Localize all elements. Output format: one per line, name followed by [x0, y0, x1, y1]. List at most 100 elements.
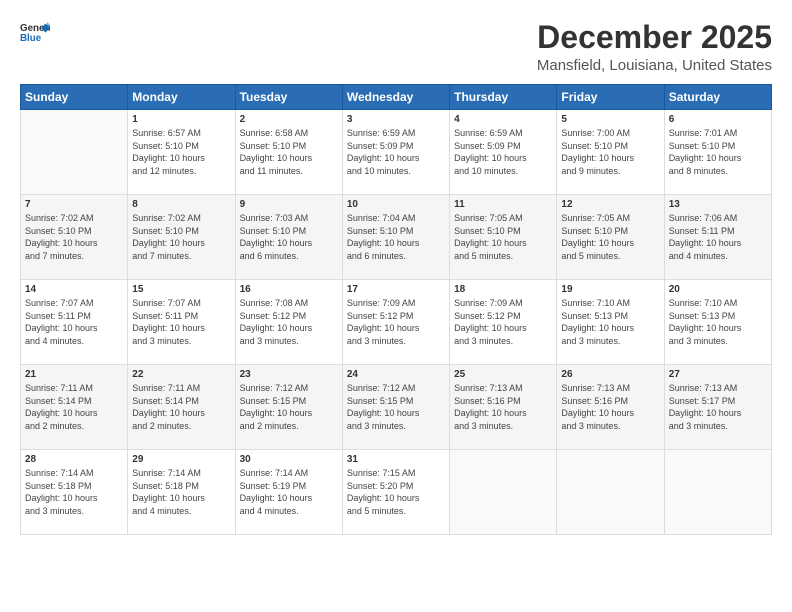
day-number: 31: [347, 454, 445, 465]
week-row-2: 7 Sunrise: 7:02 AM Sunset: 5:10 PM Daylig…: [21, 195, 772, 280]
day-number: 30: [240, 454, 338, 465]
week-row-4: 21Sunrise: 7:11 AM Sunset: 5:14 PM Dayli…: [21, 365, 772, 450]
day-number: 14: [25, 284, 123, 295]
calendar-cell: 31 Sunrise: 7:15 AM Sunset: 5:20 PM Dayli…: [342, 450, 449, 535]
calendar-cell: 28Sunrise: 7:14 AM Sunset: 5:18 PM Dayli…: [21, 450, 128, 535]
calendar-cell: 5 Sunrise: 7:00 AM Sunset: 5:10 PM Daylig…: [557, 110, 664, 195]
title-block: December 2025 Mansfield, Louisiana, Unit…: [537, 20, 772, 74]
day-number: 22: [132, 369, 230, 380]
day-number: 15: [132, 284, 230, 295]
day-info: Sunrise: 7:07 AM Sunset: 5:11 PM Dayligh…: [25, 297, 123, 347]
day-number: 19: [561, 284, 659, 295]
calendar-cell: [21, 110, 128, 195]
calendar-table: Sunday Monday Tuesday Wednesday Thursday…: [20, 84, 772, 535]
day-number: 23: [240, 369, 338, 380]
calendar-cell: 24Sunrise: 7:12 AM Sunset: 5:15 PM Dayli…: [342, 365, 449, 450]
calendar-cell: 14 Sunrise: 7:07 AM Sunset: 5:11 PM Dayli…: [21, 280, 128, 365]
day-number: 25: [454, 369, 552, 380]
day-info: Sunrise: 7:10 AM Sunset: 5:13 PM Dayligh…: [669, 297, 767, 347]
day-info: Sunrise: 6:57 AM Sunset: 5:10 PM Dayligh…: [132, 127, 230, 177]
logo: General Blue: [20, 20, 50, 45]
day-number: 4: [454, 114, 552, 125]
calendar-cell: 27Sunrise: 7:13 AM Sunset: 5:17 PM Dayli…: [664, 365, 771, 450]
day-info: Sunrise: 7:10 AM Sunset: 5:13 PM Dayligh…: [561, 297, 659, 347]
day-number: 5: [561, 114, 659, 125]
day-info: Sunrise: 7:03 AM Sunset: 5:10 PM Dayligh…: [240, 212, 338, 262]
week-row-3: 14 Sunrise: 7:07 AM Sunset: 5:11 PM Dayli…: [21, 280, 772, 365]
day-info: Sunrise: 7:06 AM Sunset: 5:11 PM Dayligh…: [669, 212, 767, 262]
day-number: 2: [240, 114, 338, 125]
day-info: Sunrise: 7:02 AM Sunset: 5:10 PM Dayligh…: [25, 212, 123, 262]
calendar-cell: [557, 450, 664, 535]
week-row-1: 1 Sunrise: 6:57 AM Sunset: 5:10 PM Daylig…: [21, 110, 772, 195]
calendar-cell: 22 Sunrise: 7:11 AM Sunset: 5:14 PM Dayli…: [128, 365, 235, 450]
day-number: 1: [132, 114, 230, 125]
day-number: 8: [132, 199, 230, 210]
calendar-cell: 20 Sunrise: 7:10 AM Sunset: 5:13 PM Dayli…: [664, 280, 771, 365]
day-info: Sunrise: 7:02 AM Sunset: 5:10 PM Dayligh…: [132, 212, 230, 262]
calendar-cell: 2 Sunrise: 6:58 AM Sunset: 5:10 PM Daylig…: [235, 110, 342, 195]
day-info: Sunrise: 7:00 AM Sunset: 5:10 PM Dayligh…: [561, 127, 659, 177]
calendar-cell: 18 Sunrise: 7:09 AM Sunset: 5:12 PM Dayli…: [450, 280, 557, 365]
day-info: Sunrise: 7:15 AM Sunset: 5:20 PM Dayligh…: [347, 467, 445, 517]
col-sunday: Sunday: [21, 85, 128, 110]
day-info: Sunrise: 7:08 AM Sunset: 5:12 PM Dayligh…: [240, 297, 338, 347]
header: General Blue December 2025 Mansfield, Lo…: [20, 20, 772, 74]
day-info: Sunrise: 7:13 AM Sunset: 5:16 PM Dayligh…: [561, 382, 659, 432]
col-saturday: Saturday: [664, 85, 771, 110]
calendar-cell: 13 Sunrise: 7:06 AM Sunset: 5:11 PM Dayli…: [664, 195, 771, 280]
calendar-cell: 7 Sunrise: 7:02 AM Sunset: 5:10 PM Daylig…: [21, 195, 128, 280]
day-number: 10: [347, 199, 445, 210]
calendar-cell: 10 Sunrise: 7:04 AM Sunset: 5:10 PM Dayli…: [342, 195, 449, 280]
day-info: Sunrise: 7:05 AM Sunset: 5:10 PM Dayligh…: [561, 212, 659, 262]
day-info: Sunrise: 7:04 AM Sunset: 5:10 PM Dayligh…: [347, 212, 445, 262]
day-info: Sunrise: 6:58 AM Sunset: 5:10 PM Dayligh…: [240, 127, 338, 177]
day-number: 29: [132, 454, 230, 465]
calendar-cell: 9Sunrise: 7:03 AM Sunset: 5:10 PM Daylig…: [235, 195, 342, 280]
day-info: Sunrise: 7:14 AM Sunset: 5:18 PM Dayligh…: [132, 467, 230, 517]
calendar-cell: 1 Sunrise: 6:57 AM Sunset: 5:10 PM Daylig…: [128, 110, 235, 195]
col-friday: Friday: [557, 85, 664, 110]
col-tuesday: Tuesday: [235, 85, 342, 110]
subtitle: Mansfield, Louisiana, United States: [537, 57, 772, 74]
calendar-cell: 12 Sunrise: 7:05 AM Sunset: 5:10 PM Dayli…: [557, 195, 664, 280]
col-wednesday: Wednesday: [342, 85, 449, 110]
calendar-cell: 26 Sunrise: 7:13 AM Sunset: 5:16 PM Dayli…: [557, 365, 664, 450]
day-info: Sunrise: 7:13 AM Sunset: 5:16 PM Dayligh…: [454, 382, 552, 432]
calendar-cell: 4 Sunrise: 6:59 AM Sunset: 5:09 PM Daylig…: [450, 110, 557, 195]
day-info: Sunrise: 7:12 AM Sunset: 5:15 PM Dayligh…: [240, 382, 338, 432]
day-info: Sunrise: 6:59 AM Sunset: 5:09 PM Dayligh…: [347, 127, 445, 177]
calendar-cell: 19 Sunrise: 7:10 AM Sunset: 5:13 PM Dayli…: [557, 280, 664, 365]
calendar-cell: 29 Sunrise: 7:14 AM Sunset: 5:18 PM Dayli…: [128, 450, 235, 535]
day-number: 20: [669, 284, 767, 295]
day-number: 11: [454, 199, 552, 210]
day-info: Sunrise: 7:09 AM Sunset: 5:12 PM Dayligh…: [454, 297, 552, 347]
day-number: 7: [25, 199, 123, 210]
col-monday: Monday: [128, 85, 235, 110]
svg-text:Blue: Blue: [20, 33, 42, 44]
day-number: 26: [561, 369, 659, 380]
day-info: Sunrise: 7:14 AM Sunset: 5:19 PM Dayligh…: [240, 467, 338, 517]
day-info: Sunrise: 7:07 AM Sunset: 5:11 PM Dayligh…: [132, 297, 230, 347]
day-number: 13: [669, 199, 767, 210]
day-info: Sunrise: 7:13 AM Sunset: 5:17 PM Dayligh…: [669, 382, 767, 432]
day-info: Sunrise: 6:59 AM Sunset: 5:09 PM Dayligh…: [454, 127, 552, 177]
main-title: December 2025: [537, 20, 772, 55]
day-info: Sunrise: 7:11 AM Sunset: 5:14 PM Dayligh…: [25, 382, 123, 432]
calendar-cell: 8 Sunrise: 7:02 AM Sunset: 5:10 PM Daylig…: [128, 195, 235, 280]
day-info: Sunrise: 7:12 AM Sunset: 5:15 PM Dayligh…: [347, 382, 445, 432]
calendar-cell: 16Sunrise: 7:08 AM Sunset: 5:12 PM Dayli…: [235, 280, 342, 365]
calendar-cell: 30 Sunrise: 7:14 AM Sunset: 5:19 PM Dayli…: [235, 450, 342, 535]
calendar-cell: 11 Sunrise: 7:05 AM Sunset: 5:10 PM Dayli…: [450, 195, 557, 280]
calendar-cell: 25 Sunrise: 7:13 AM Sunset: 5:16 PM Dayli…: [450, 365, 557, 450]
day-number: 12: [561, 199, 659, 210]
page: General Blue December 2025 Mansfield, Lo…: [0, 0, 792, 612]
day-info: Sunrise: 7:11 AM Sunset: 5:14 PM Dayligh…: [132, 382, 230, 432]
calendar-cell: 23 Sunrise: 7:12 AM Sunset: 5:15 PM Dayli…: [235, 365, 342, 450]
calendar-cell: 3Sunrise: 6:59 AM Sunset: 5:09 PM Daylig…: [342, 110, 449, 195]
calendar-cell: [664, 450, 771, 535]
day-number: 18: [454, 284, 552, 295]
day-info: Sunrise: 7:05 AM Sunset: 5:10 PM Dayligh…: [454, 212, 552, 262]
col-thursday: Thursday: [450, 85, 557, 110]
calendar-cell: 15 Sunrise: 7:07 AM Sunset: 5:11 PM Dayli…: [128, 280, 235, 365]
